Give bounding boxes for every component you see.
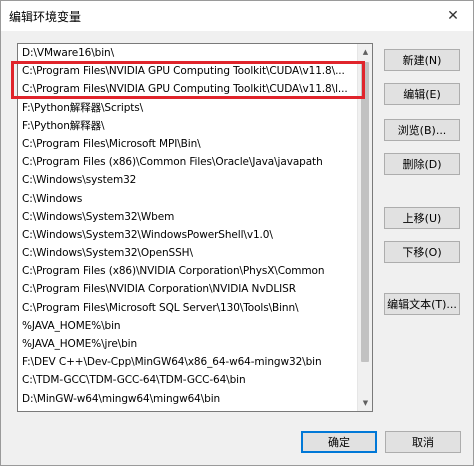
close-icon[interactable]: ✕ <box>439 5 467 27</box>
edit-env-var-dialog: 编辑环境变量 ✕ D:\VMware16\bin\ C:\Program File… <box>0 0 474 466</box>
path-list-item[interactable]: C:\Windows\System32\WindowsPowerShell\v1… <box>18 226 358 244</box>
path-list-item[interactable]: C:\Windows\System32\OpenSSH\ <box>18 244 358 262</box>
browse-button[interactable]: 浏览(B)... <box>384 119 460 141</box>
path-list-item[interactable]: D:\VMware16\bin\ <box>18 44 358 62</box>
edit-button[interactable]: 编辑(E) <box>384 83 460 105</box>
dialog-title: 编辑环境变量 <box>9 9 82 24</box>
new-button[interactable]: 新建(N) <box>384 49 460 71</box>
scroll-up-arrow-icon[interactable]: ▲ <box>358 44 372 60</box>
path-list-item[interactable]: D:\MinGW-w64\mingw64\mingw64\bin <box>18 390 358 408</box>
edit-text-button[interactable]: 编辑文本(T)... <box>384 293 460 315</box>
ok-button[interactable]: 确定 <box>301 431 377 453</box>
path-list-item[interactable]: C:\Program Files\Microsoft SQL Server\13… <box>18 299 358 317</box>
path-list-item[interactable]: C:\Windows\system32 <box>18 171 358 189</box>
delete-button[interactable]: 删除(D) <box>384 153 460 175</box>
path-list-item[interactable]: C:\Program Files\NVIDIA GPU Computing To… <box>18 62 358 80</box>
path-list-item[interactable]: C:\Program Files\NVIDIA Corporation\NVID… <box>18 280 358 298</box>
path-list-item[interactable]: F:\Python解释器\Scripts\ <box>18 99 358 117</box>
path-list-item[interactable]: C:\Windows\System32\Wbem <box>18 208 358 226</box>
scroll-thumb[interactable] <box>361 62 369 362</box>
move-down-button[interactable]: 下移(O) <box>384 241 460 263</box>
path-listbox[interactable]: D:\VMware16\bin\ C:\Program Files\NVIDIA … <box>17 43 373 412</box>
path-list-item[interactable]: C:\Program Files (x86)\NVIDIA Corporatio… <box>18 262 358 280</box>
path-list-item[interactable]: C:\Program Files\Microsoft MPI\Bin\ <box>18 135 358 153</box>
cancel-button[interactable]: 取消 <box>385 431 461 453</box>
path-list-item[interactable]: %JAVA_HOME%\bin <box>18 317 358 335</box>
path-list-item[interactable]: F:\Python解释器\ <box>18 117 358 135</box>
vertical-scrollbar[interactable]: ▲ ▼ <box>357 44 372 411</box>
path-list-item[interactable]: C:\Windows <box>18 190 358 208</box>
path-list-item[interactable]: C:\Program Files (x86)\Common Files\Orac… <box>18 153 358 171</box>
move-up-button[interactable]: 上移(U) <box>384 207 460 229</box>
scroll-down-arrow-icon[interactable]: ▼ <box>358 395 372 411</box>
path-list-item[interactable]: C:\Program Files\NVIDIA GPU Computing To… <box>18 80 358 98</box>
path-list: D:\VMware16\bin\ C:\Program Files\NVIDIA … <box>18 44 358 411</box>
path-list-item[interactable]: C:\TDM-GCC\TDM-GCC-64\TDM-GCC-64\bin <box>18 371 358 389</box>
path-list-item[interactable]: C:\Program Files\dotnet\ <box>18 408 358 412</box>
path-list-item[interactable]: %JAVA_HOME%\jre\bin <box>18 335 358 353</box>
title-bar: 编辑环境变量 ✕ <box>1 1 473 31</box>
path-list-item[interactable]: F:\DEV C++\Dev-Cpp\MinGW64\x86_64-w64-mi… <box>18 353 358 371</box>
